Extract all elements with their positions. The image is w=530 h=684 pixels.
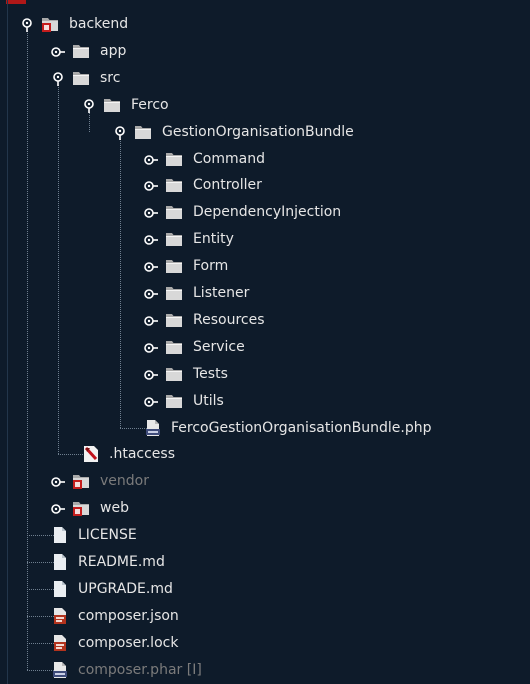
tree-folder-item[interactable]: web xyxy=(0,495,530,522)
tree-item-label: README.md xyxy=(78,554,165,570)
tree-item-label: Service xyxy=(193,339,245,355)
tree-folder-item[interactable]: Resources xyxy=(0,307,530,334)
php-file-icon xyxy=(51,662,69,678)
tree-item-label: Controller xyxy=(193,177,262,193)
tree-item-label: Resources xyxy=(193,312,265,328)
tree-item-label: Form xyxy=(193,258,229,274)
expander-collapsed-icon[interactable] xyxy=(144,205,158,219)
expander-collapsed-icon[interactable] xyxy=(51,501,65,515)
tree-item-label: Entity xyxy=(193,231,234,247)
expander-collapsed-icon[interactable] xyxy=(144,178,158,192)
folder-icon xyxy=(165,204,183,220)
expander-collapsed-icon[interactable] xyxy=(144,394,158,408)
tree-folder-item[interactable]: Service xyxy=(0,334,530,361)
tree-item-label: FercoGestionOrganisationBundle.php xyxy=(171,420,432,436)
tree-folder-item[interactable]: Command xyxy=(0,146,530,173)
top-strip xyxy=(6,0,26,4)
expander-expanded-icon[interactable] xyxy=(82,98,96,113)
tree-item-label: Command xyxy=(193,151,265,167)
tree-file-item[interactable]: FercoGestionOrganisationBundle.php xyxy=(0,415,530,442)
expander-collapsed-icon[interactable] xyxy=(144,286,158,300)
expander-expanded-icon[interactable] xyxy=(113,125,127,140)
tree-file-item[interactable]: README.md xyxy=(0,549,530,576)
tree-folder-item[interactable]: app xyxy=(0,38,530,65)
folder-git-icon xyxy=(72,500,90,516)
tree-file-item[interactable]: composer.phar [I] xyxy=(0,657,530,684)
text-file-icon xyxy=(51,527,69,543)
expander-collapsed-icon[interactable] xyxy=(144,367,158,381)
folder-icon xyxy=(165,393,183,409)
tree-folder-item[interactable]: vendor xyxy=(0,468,530,495)
tree-folder-item[interactable]: backend xyxy=(0,11,530,38)
tree-item-label: composer.lock xyxy=(78,635,179,651)
folder-icon xyxy=(72,70,90,86)
tree-folder-item[interactable]: Utils xyxy=(0,388,530,415)
expander-collapsed-icon[interactable] xyxy=(144,313,158,327)
folder-icon xyxy=(165,366,183,382)
expander-collapsed-icon[interactable] xyxy=(51,474,65,488)
js-file-icon xyxy=(51,635,69,651)
folder-icon xyxy=(103,97,121,113)
tree-item-label: DependencyInjection xyxy=(193,204,342,220)
tree-folder-item[interactable]: GestionOrganisationBundle xyxy=(0,119,530,146)
folder-icon xyxy=(165,151,183,167)
tree-folder-item[interactable]: Controller xyxy=(0,172,530,199)
tree-folder-item[interactable]: src xyxy=(0,65,530,92)
project-tree: backend app src Ferco GestionOrganisationBun… xyxy=(0,0,530,684)
tree-file-item[interactable]: .htaccess xyxy=(0,441,530,468)
folder-git-icon xyxy=(72,473,90,489)
tree-folder-item[interactable]: Form xyxy=(0,253,530,280)
tree-item-label: LICENSE xyxy=(78,527,137,543)
expander-collapsed-icon[interactable] xyxy=(144,232,158,246)
tree-folder-item[interactable]: Tests xyxy=(0,361,530,388)
tree-item-label: backend xyxy=(69,16,129,32)
tree-item-label: .htaccess xyxy=(109,446,175,462)
folder-icon xyxy=(72,43,90,59)
folder-icon xyxy=(165,312,183,328)
tree-folder-item[interactable]: Entity xyxy=(0,226,530,253)
folder-git-icon xyxy=(41,16,59,32)
folder-icon xyxy=(165,177,183,193)
tree-item-label: src xyxy=(100,70,121,86)
tree-file-item[interactable]: LICENSE xyxy=(0,522,530,549)
folder-icon xyxy=(134,124,152,140)
tree-folder-item[interactable]: Ferco xyxy=(0,92,530,119)
tree-file-item[interactable]: composer.lock xyxy=(0,630,530,657)
tree-file-item[interactable]: composer.json xyxy=(0,603,530,630)
expander-expanded-icon[interactable] xyxy=(20,17,34,32)
tree-folder-item[interactable]: Listener xyxy=(0,280,530,307)
tree-item-label: Tests xyxy=(193,366,228,382)
htaccess-file-icon xyxy=(82,446,100,462)
expander-collapsed-icon[interactable] xyxy=(51,44,65,58)
tree-item-label: composer.json xyxy=(78,608,179,624)
tree-folder-item[interactable]: DependencyInjection xyxy=(0,199,530,226)
folder-icon xyxy=(165,339,183,355)
folder-icon xyxy=(165,258,183,274)
tree-item-label: vendor xyxy=(100,473,149,489)
tree-item-label: Utils xyxy=(193,393,224,409)
text-file-icon xyxy=(51,581,69,597)
expander-expanded-icon[interactable] xyxy=(51,71,65,86)
js-file-icon xyxy=(51,608,69,624)
tree-item-label: Listener xyxy=(193,285,250,301)
folder-icon xyxy=(165,231,183,247)
expander-collapsed-icon[interactable] xyxy=(144,340,158,354)
text-file-icon xyxy=(51,554,69,570)
tree-item-label: web xyxy=(100,500,129,516)
tree-file-item[interactable]: UPGRADE.md xyxy=(0,576,530,603)
tree-item-label: UPGRADE.md xyxy=(78,581,173,597)
php-file-icon xyxy=(144,420,162,436)
folder-icon xyxy=(165,285,183,301)
tree-item-label: GestionOrganisationBundle xyxy=(162,124,354,140)
tree-item-label: composer.phar [I] xyxy=(78,662,202,678)
tree-item-label: Ferco xyxy=(131,97,169,113)
expander-collapsed-icon[interactable] xyxy=(144,259,158,273)
tree-item-label: app xyxy=(100,43,127,59)
expander-collapsed-icon[interactable] xyxy=(144,152,158,166)
